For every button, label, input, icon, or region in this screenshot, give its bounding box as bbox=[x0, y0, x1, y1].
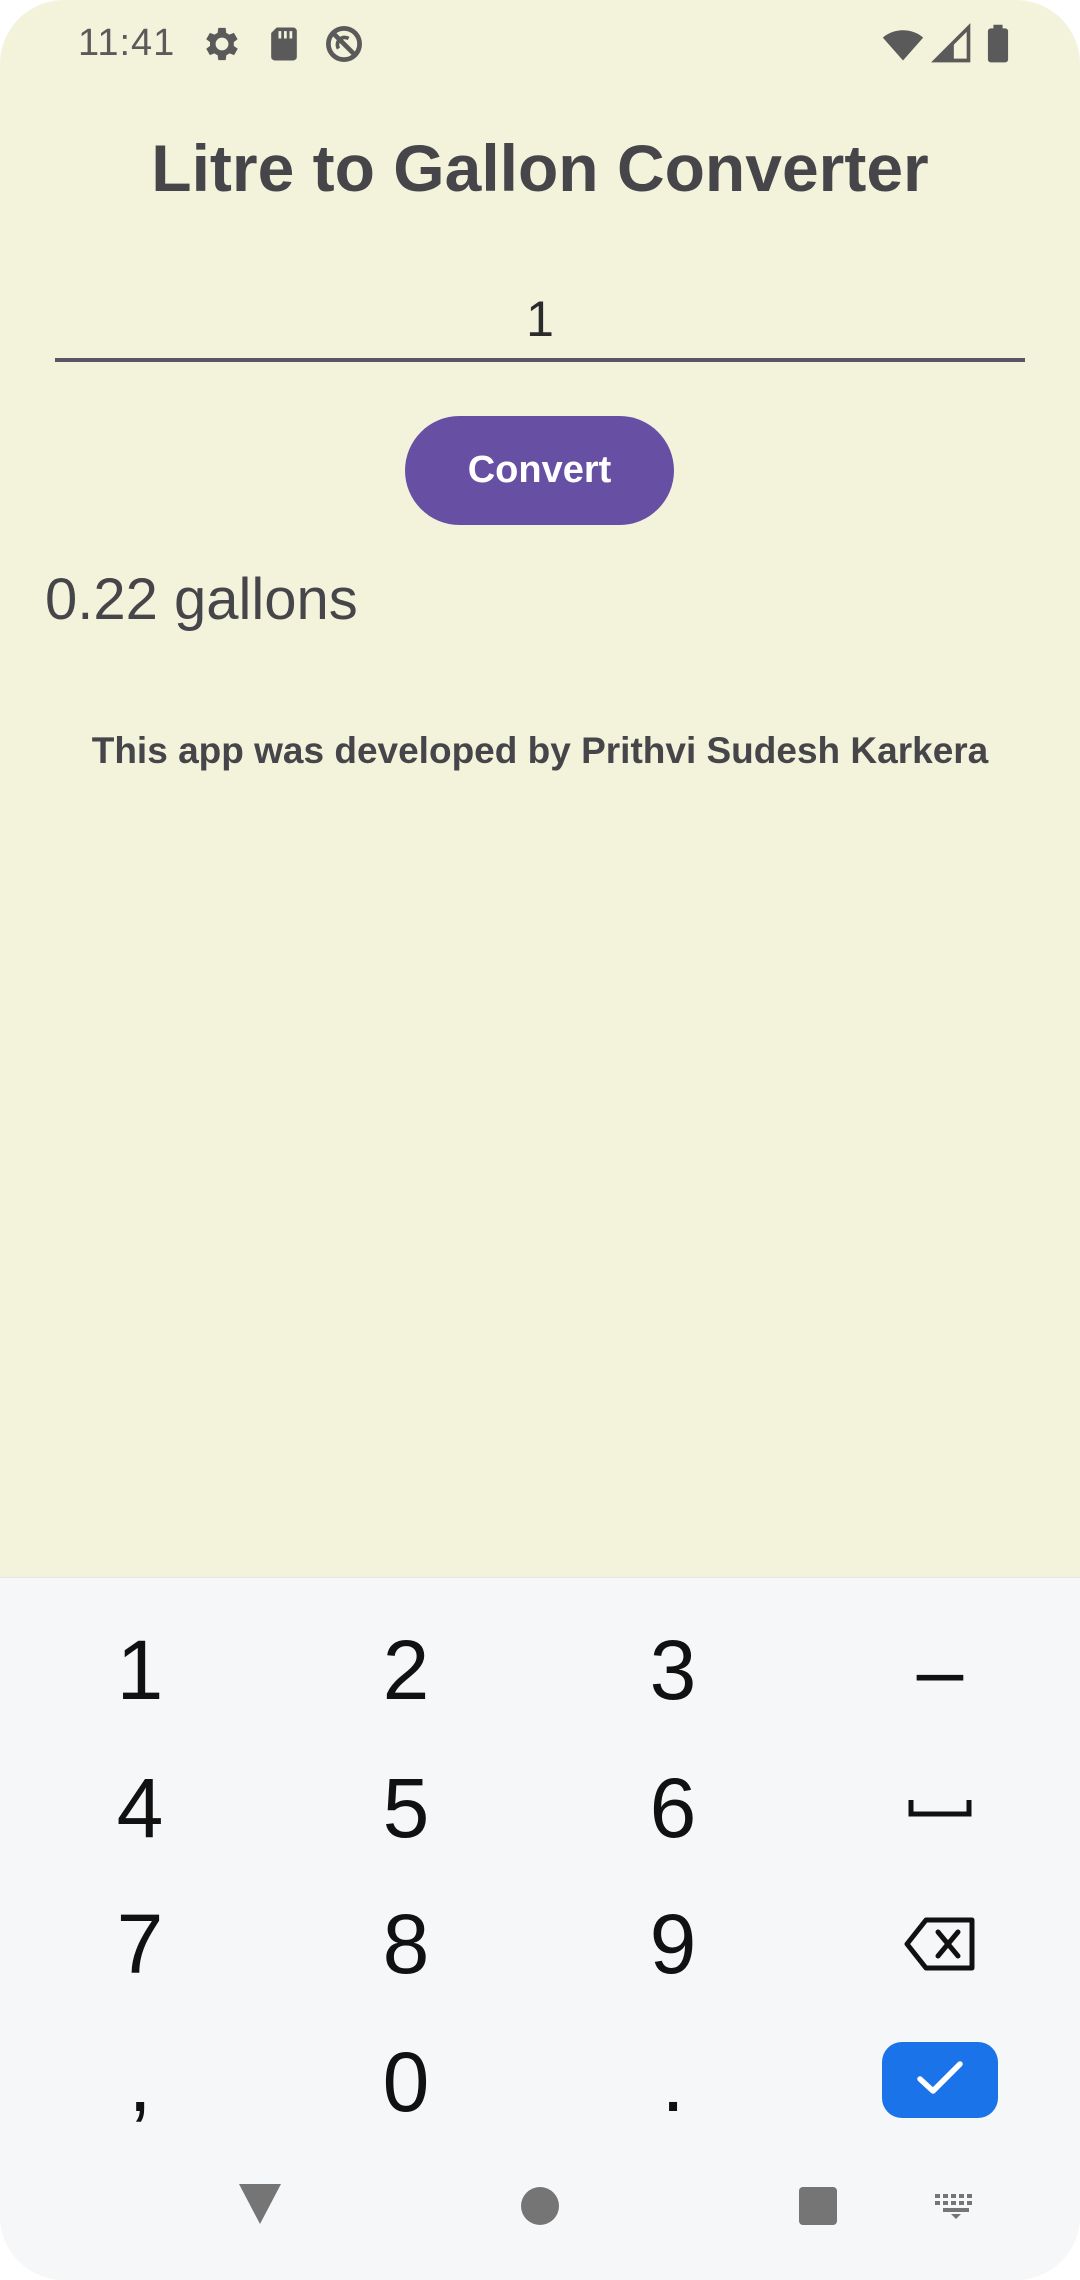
status-time: 11:41 bbox=[78, 22, 176, 64]
wifi-icon bbox=[880, 22, 926, 66]
litre-input[interactable] bbox=[55, 280, 1025, 358]
recents-square-icon bbox=[798, 2186, 838, 2231]
key-comma[interactable]: , bbox=[40, 2022, 240, 2142]
space-icon bbox=[908, 1796, 972, 1820]
key-period[interactable]: . bbox=[573, 2022, 773, 2142]
screen: 11:41 Litre to Gallon Converter Convert … bbox=[0, 0, 1080, 2280]
key-4[interactable]: 4 bbox=[40, 1748, 240, 1868]
key-7[interactable]: 7 bbox=[40, 1884, 240, 2004]
backspace-icon bbox=[904, 1916, 976, 1972]
key-3[interactable]: 3 bbox=[573, 1610, 773, 1730]
cellular-signal-icon bbox=[930, 22, 974, 66]
battery-icon bbox=[976, 22, 1020, 66]
gear-icon bbox=[200, 22, 244, 66]
key-backspace[interactable] bbox=[840, 1884, 1040, 2004]
back-button[interactable] bbox=[230, 2176, 290, 2236]
keyboard-switch-button[interactable] bbox=[930, 2178, 982, 2238]
keyboard-switch-icon bbox=[934, 2192, 978, 2225]
no-sync-icon bbox=[322, 22, 366, 66]
key-6[interactable]: 6 bbox=[573, 1748, 773, 1868]
key-2[interactable]: 2 bbox=[306, 1610, 506, 1730]
result-text: 0.22 gallons bbox=[45, 567, 358, 632]
convert-button[interactable]: Convert bbox=[405, 416, 674, 525]
key-space[interactable] bbox=[840, 1748, 1040, 1868]
key-9[interactable]: 9 bbox=[573, 1884, 773, 2004]
back-triangle-icon bbox=[237, 2182, 283, 2231]
key-0[interactable]: 0 bbox=[306, 2022, 506, 2142]
key-done[interactable] bbox=[882, 2042, 998, 2118]
status-bar: 11:41 bbox=[0, 0, 1080, 90]
numeric-keyboard: 1 2 3 – 4 5 6 7 8 9 , 0 . bbox=[0, 1577, 1080, 2280]
key-minus[interactable]: – bbox=[840, 1610, 1040, 1730]
check-icon bbox=[916, 2060, 964, 2101]
credit-text: This app was developed by Prithvi Sudesh… bbox=[91, 730, 989, 771]
key-1[interactable]: 1 bbox=[40, 1610, 240, 1730]
input-underline bbox=[55, 358, 1025, 362]
litre-input-field[interactable] bbox=[55, 280, 1025, 362]
sd-card-icon bbox=[262, 22, 306, 66]
key-8[interactable]: 8 bbox=[306, 1884, 506, 2004]
page-title: Litre to Gallon Converter bbox=[151, 131, 929, 205]
recents-button[interactable] bbox=[788, 2178, 848, 2238]
home-button[interactable] bbox=[510, 2178, 570, 2238]
key-5[interactable]: 5 bbox=[306, 1748, 506, 1868]
home-circle-icon bbox=[520, 2186, 560, 2231]
